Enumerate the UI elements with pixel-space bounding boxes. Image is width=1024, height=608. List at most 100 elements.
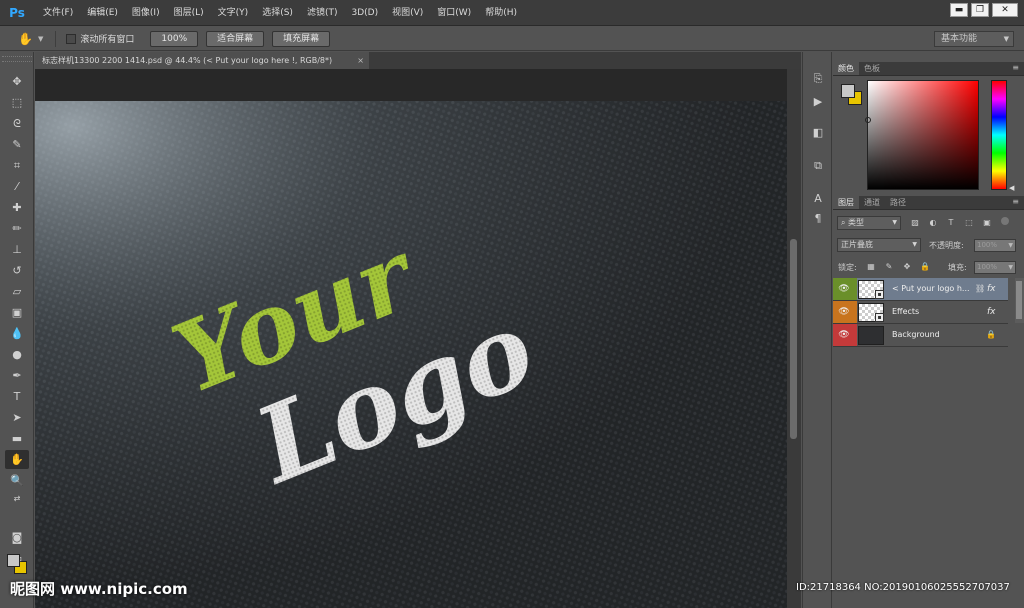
blend-mode-select[interactable]: 正片叠底 ▼: [837, 238, 921, 252]
tab-color[interactable]: 颜色: [833, 62, 859, 75]
smart-object-filter-icon[interactable]: ▣: [981, 217, 993, 229]
filter-toggle[interactable]: [1001, 217, 1009, 225]
document-canvas[interactable]: Your Your Logo Logo: [35, 101, 787, 608]
swap-colors-icon[interactable]: ⇄: [5, 489, 29, 508]
layer-name[interactable]: < Put your logo h...: [892, 278, 974, 300]
blur-tool-icon[interactable]: 💧: [5, 324, 29, 343]
layer-effects-icon[interactable]: fx: [987, 301, 996, 323]
menu-view[interactable]: 视图(V): [385, 0, 430, 26]
path-select-tool-icon[interactable]: ➤: [5, 408, 29, 427]
quick-mask-icon[interactable]: ◙: [5, 528, 29, 547]
type-tool-icon[interactable]: T: [5, 387, 29, 406]
foreground-color-swatch[interactable]: [7, 554, 20, 567]
tab-paths[interactable]: 路径: [885, 196, 911, 209]
shape-filter-icon[interactable]: ⬚: [963, 217, 975, 229]
menu-window[interactable]: 窗口(W): [430, 0, 478, 26]
scroll-all-windows-checkbox[interactable]: [66, 33, 77, 44]
menu-file[interactable]: 文件(F): [36, 0, 80, 26]
quick-select-tool-icon[interactable]: ✎: [5, 135, 29, 154]
document-tab[interactable]: 标志样机13300 2200 1414.psd @ 44.4% (< Put y…: [35, 52, 369, 69]
foreground-color-swatch[interactable]: [841, 84, 855, 98]
fit-screen-button[interactable]: 适合屏幕: [206, 30, 265, 47]
history-panel-icon[interactable]: ⎘: [809, 70, 827, 88]
workspace-select[interactable]: 基本功能 ▼: [934, 31, 1014, 47]
hue-slider[interactable]: [991, 80, 1007, 190]
restore-button[interactable]: ❐: [971, 3, 989, 17]
fill-screen-button[interactable]: 填充屏幕: [272, 30, 331, 47]
adjustment-filter-icon[interactable]: ◐: [927, 217, 939, 229]
dodge-tool-icon[interactable]: ●: [5, 345, 29, 364]
character-panel-icon[interactable]: A: [809, 190, 827, 208]
shape-tool-icon[interactable]: ▬: [5, 429, 29, 448]
visibility-eye-icon[interactable]: 👁: [833, 278, 855, 300]
panel-menu-icon[interactable]: ≡: [1012, 63, 1019, 72]
zoom-tool-icon[interactable]: 🔍: [5, 471, 29, 490]
opacity-input[interactable]: 100% ▼: [974, 239, 1016, 252]
visibility-eye-icon[interactable]: 👁: [833, 324, 855, 346]
fill-input[interactable]: 100% ▼: [974, 261, 1016, 274]
layer-effects-icon[interactable]: fx: [987, 278, 996, 300]
hand-tool-preset-icon[interactable]: ✋: [18, 32, 38, 46]
layer-row[interactable]: 👁 ▪ Effects fx: [833, 301, 1008, 324]
paragraph-panel-icon[interactable]: ¶: [809, 210, 827, 228]
pixel-filter-icon[interactable]: ▨: [909, 217, 921, 229]
hand-tool-icon[interactable]: ✋: [5, 450, 29, 469]
scrollbar-thumb[interactable]: [1016, 281, 1022, 319]
lock-transparent-icon[interactable]: ▦: [865, 261, 877, 273]
layers-scrollbar[interactable]: [1015, 278, 1024, 323]
eraser-tool-icon[interactable]: ▱: [5, 282, 29, 301]
menu-select[interactable]: 选择(S): [255, 0, 300, 26]
layers-panel: 图层 通道 路径 ≡ ⌕ 类型 ▼ ▨ ◐ T ⬚ ▣ 正片叠底 ▼ 不透明度:…: [833, 196, 1024, 608]
chevron-down-icon[interactable]: ▼: [38, 35, 43, 43]
marquee-tool-icon[interactable]: ⬚: [5, 93, 29, 112]
adjustments-panel-icon[interactable]: ◧: [809, 124, 827, 142]
brush-tool-icon[interactable]: ✏: [5, 219, 29, 238]
layer-row[interactable]: 👁 Background 🔒: [833, 324, 1008, 347]
actual-pixels-button[interactable]: 100%: [150, 30, 199, 47]
tab-swatches[interactable]: 色板: [859, 62, 885, 75]
menu-type[interactable]: 文字(Y): [211, 0, 256, 26]
close-tab-icon[interactable]: ×: [357, 52, 364, 69]
menu-help[interactable]: 帮助(H): [478, 0, 524, 26]
gradient-tool-icon[interactable]: ▣: [5, 303, 29, 322]
lock-image-icon[interactable]: ✎: [883, 261, 895, 273]
move-tool-icon[interactable]: ✥: [5, 72, 29, 91]
layer-name[interactable]: Effects: [892, 301, 974, 323]
canvas-area[interactable]: Your Your Logo Logo: [35, 69, 787, 608]
menu-image[interactable]: 图像(I): [125, 0, 167, 26]
menu-filter[interactable]: 滤镜(T): [300, 0, 345, 26]
layer-filter-select[interactable]: ⌕ 类型 ▼: [837, 216, 901, 230]
color-picker-marker[interactable]: [865, 117, 871, 123]
clone-source-panel-icon[interactable]: ⧉: [809, 157, 827, 175]
options-bar: ✋ ▼ 滚动所有窗口 100% 适合屏幕 填充屏幕 基本功能 ▼: [0, 27, 1024, 51]
panel-grip[interactable]: [2, 56, 32, 62]
tab-layers[interactable]: 图层: [833, 196, 859, 209]
panel-menu-icon[interactable]: ≡: [1012, 197, 1019, 206]
close-button[interactable]: ✕: [992, 3, 1018, 17]
menu-layer[interactable]: 图层(L): [167, 0, 211, 26]
menu-3d[interactable]: 3D(D): [344, 0, 385, 26]
chevron-down-icon: ▼: [912, 241, 917, 248]
clone-stamp-icon[interactable]: ⊥: [5, 240, 29, 259]
eyedropper-tool-icon[interactable]: ⁄: [5, 177, 29, 196]
lasso-tool-icon[interactable]: ᘓ: [5, 114, 29, 133]
vertical-scrollbar[interactable]: [787, 69, 801, 608]
healing-brush-icon[interactable]: ✚: [5, 198, 29, 217]
opacity-label: 不透明度:: [929, 241, 964, 250]
lock-all-icon[interactable]: 🔒: [919, 261, 931, 273]
history-brush-icon[interactable]: ↺: [5, 261, 29, 280]
visibility-eye-icon[interactable]: 👁: [833, 301, 855, 323]
minimize-button[interactable]: ▬: [950, 3, 968, 17]
layer-row[interactable]: 👁 ▪ < Put your logo h... ⛓ fx: [833, 278, 1008, 301]
type-filter-icon[interactable]: T: [945, 217, 957, 229]
menu-edit[interactable]: 编辑(E): [80, 0, 125, 26]
lock-position-icon[interactable]: ✥: [901, 261, 913, 273]
actions-panel-icon[interactable]: ▶: [809, 93, 827, 111]
crop-tool-icon[interactable]: ⌗: [5, 156, 29, 175]
tab-channels[interactable]: 通道: [859, 196, 885, 209]
scrollbar-thumb[interactable]: [790, 239, 797, 439]
pen-tool-icon[interactable]: ✒: [5, 366, 29, 385]
color-field[interactable]: [867, 80, 979, 190]
layer-name[interactable]: Background: [892, 324, 974, 346]
hue-slider-arrow-icon[interactable]: ◀: [1009, 184, 1014, 192]
